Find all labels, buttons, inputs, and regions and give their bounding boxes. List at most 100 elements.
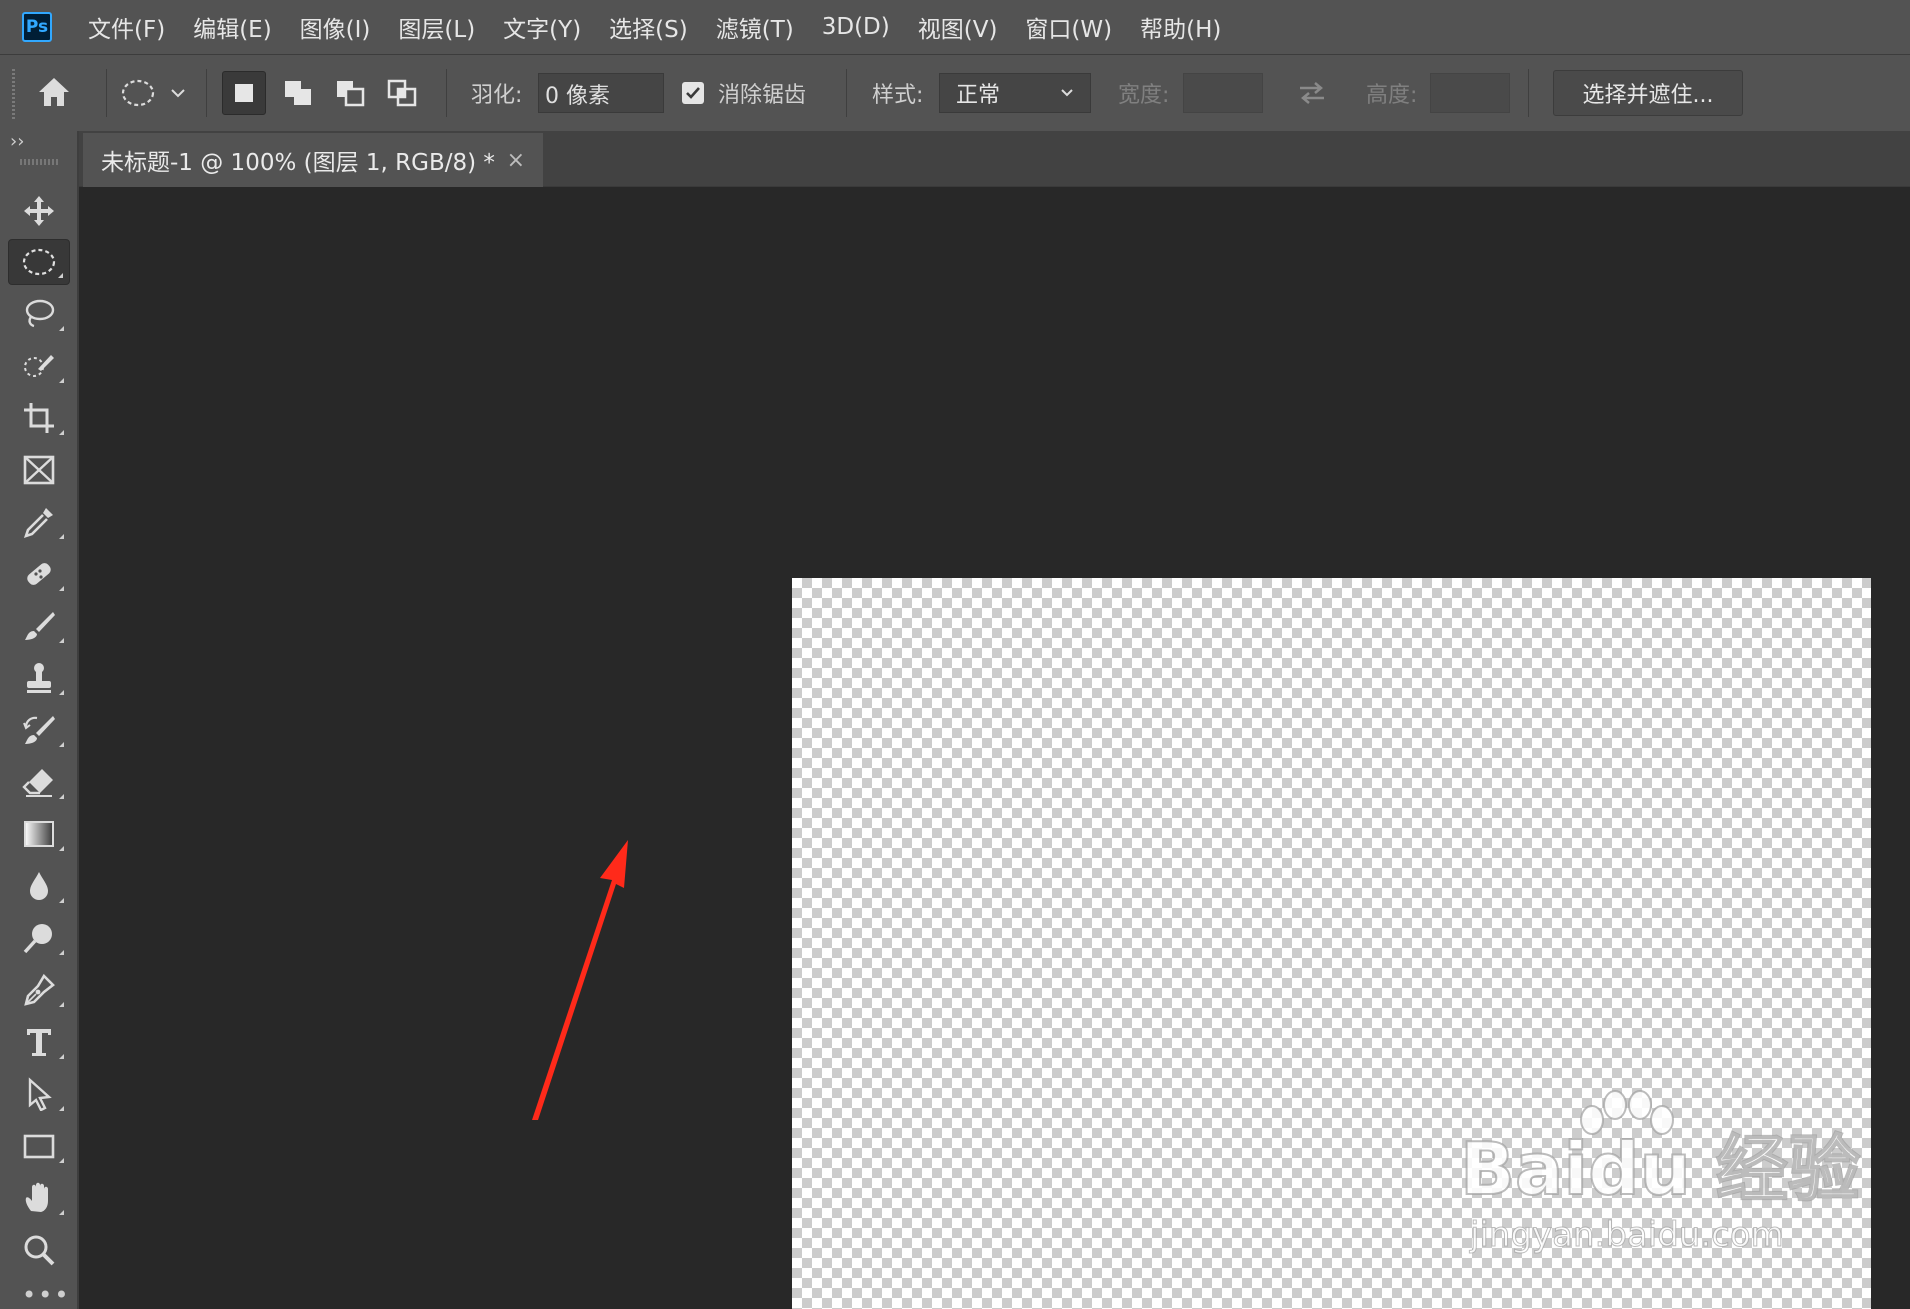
add-to-selection-button[interactable] [276, 71, 320, 115]
gradient-icon [24, 821, 54, 847]
tool-group-indicator [59, 326, 64, 331]
dodge-tool[interactable] [8, 915, 70, 961]
document-tab[interactable]: 未标题-1 @ 100% (图层 1, RGB/8) * × [83, 133, 543, 187]
dodge-icon [23, 924, 52, 954]
brush-icon [25, 612, 55, 640]
tool-group-indicator [59, 638, 64, 643]
history-brush-tool[interactable] [8, 707, 70, 753]
toolbox: ›› ••• [0, 131, 79, 1309]
gradient-tool[interactable] [8, 811, 70, 857]
path-selection-tool[interactable] [8, 1071, 70, 1117]
tool-group-indicator [59, 1158, 64, 1163]
home-button[interactable] [36, 75, 76, 111]
toolbox-grip[interactable] [20, 159, 58, 165]
select-and-mask-button[interactable]: 选择并遮住... [1553, 70, 1743, 116]
red-annotation-arrow [532, 840, 628, 1120]
rectangle-tool[interactable] [8, 1123, 70, 1169]
tool-group-indicator [59, 1002, 64, 1007]
menu-file[interactable]: 文件(F) [88, 10, 165, 44]
frame-tool[interactable] [8, 447, 70, 493]
healing-brush-icon [27, 563, 51, 585]
tool-group-indicator [59, 794, 64, 799]
menu-window[interactable]: 窗口(W) [1025, 10, 1112, 44]
width-label: 宽度: [1118, 83, 1170, 108]
eyedropper-tool[interactable] [8, 499, 70, 545]
menu-view[interactable]: 视图(V) [918, 10, 998, 44]
options-bar: 羽化: 0 像素 消除锯齿 样式: 正常 宽度: 高度: 选择并遮住... [0, 54, 1910, 131]
eraser-tool[interactable] [8, 759, 70, 805]
antialias-checkbox[interactable] [682, 82, 704, 104]
width-input[interactable] [1183, 73, 1263, 113]
checkmark-icon [686, 87, 700, 99]
tool-group-indicator [59, 1106, 64, 1111]
zoom-tool[interactable] [8, 1227, 70, 1273]
tool-group-indicator [59, 846, 64, 851]
tool-group-indicator [59, 378, 64, 383]
collapse-toolbox-button[interactable]: ›› [10, 131, 24, 152]
menu-layer[interactable]: 图层(L) [398, 10, 475, 44]
lasso-tool[interactable] [8, 291, 70, 337]
pen-tool[interactable] [8, 967, 70, 1013]
menu-image[interactable]: 图像(I) [300, 10, 371, 44]
intersect-selection-icon [387, 79, 417, 107]
style-select-value: 正常 [956, 83, 1001, 108]
healing-brush-tool[interactable] [8, 551, 70, 597]
baidu-watermark: Baidu 经验 jingyan.baidu.com [1459, 1090, 1861, 1270]
tool-preset-picker[interactable] [120, 73, 192, 113]
subtract-from-selection-icon [337, 81, 365, 107]
menu-help[interactable]: 帮助(H) [1140, 10, 1221, 44]
swap-arrows-icon [1300, 82, 1324, 104]
menu-filter[interactable]: 滤镜(T) [716, 10, 794, 44]
eraser-icon [22, 769, 53, 797]
menu-type[interactable]: 文字(Y) [503, 10, 581, 44]
close-icon[interactable]: × [507, 148, 525, 173]
tool-group-indicator [59, 742, 64, 747]
divider [1528, 69, 1529, 117]
height-label: 高度: [1366, 83, 1418, 108]
watermark-brand: Baidu 经验 [1459, 1126, 1861, 1212]
height-input[interactable] [1430, 73, 1510, 113]
options-grip[interactable] [12, 69, 15, 119]
feather-input[interactable]: 0 像素 [538, 73, 664, 113]
quick-selection-tool[interactable] [8, 343, 70, 389]
hand-tool[interactable] [8, 1175, 70, 1221]
new-selection-button[interactable] [222, 71, 266, 115]
intersect-selection-button[interactable] [380, 71, 424, 115]
document-tab-title: 未标题-1 @ 100% (图层 1, RGB/8) * [101, 150, 495, 176]
subtract-from-selection-button[interactable] [328, 71, 372, 115]
style-select[interactable]: 正常 [939, 73, 1091, 113]
tool-group-indicator [59, 690, 64, 695]
add-to-selection-icon [285, 81, 311, 105]
brush-tool[interactable] [8, 603, 70, 649]
tool-group-indicator [59, 1054, 64, 1059]
menu-select[interactable]: 选择(S) [609, 10, 688, 44]
tool-group-indicator [59, 430, 64, 435]
tool-group-indicator [59, 950, 64, 955]
menu-3d[interactable]: 3D(D) [822, 14, 890, 40]
path-selection-icon [28, 1077, 52, 1111]
zoom-icon [24, 1235, 55, 1266]
blur-tool[interactable] [8, 863, 70, 909]
clone-stamp-tool[interactable] [8, 655, 70, 701]
arrow-shape [532, 840, 628, 1120]
elliptical-marquee-tool[interactable] [8, 239, 70, 285]
menu-bar: Ps 文件(F) 编辑(E) 图像(I) 图层(L) 文字(Y) 选择(S) 滤… [0, 0, 1910, 54]
style-label: 样式: [872, 83, 924, 108]
move-tool[interactable] [8, 188, 70, 234]
tool-group-indicator [59, 534, 64, 539]
clone-stamp-icon [27, 663, 51, 693]
new-selection-icon [235, 84, 253, 102]
type-icon [27, 1029, 51, 1056]
blur-icon [30, 872, 48, 900]
swap-dimensions-button[interactable] [1296, 79, 1328, 107]
quick-selection-icon [24, 355, 54, 377]
divider [446, 69, 447, 117]
watermark-url: jingyan.baidu.com [1470, 1215, 1785, 1256]
menu-edit[interactable]: 编辑(E) [193, 10, 271, 44]
chevron-down-icon [1061, 89, 1073, 97]
photoshop-logo[interactable]: Ps [22, 12, 52, 42]
type-tool[interactable] [8, 1019, 70, 1065]
crop-tool[interactable] [8, 395, 70, 441]
feather-label: 羽化: [471, 83, 523, 108]
edit-toolbar-button[interactable]: ••• [22, 1281, 70, 1309]
